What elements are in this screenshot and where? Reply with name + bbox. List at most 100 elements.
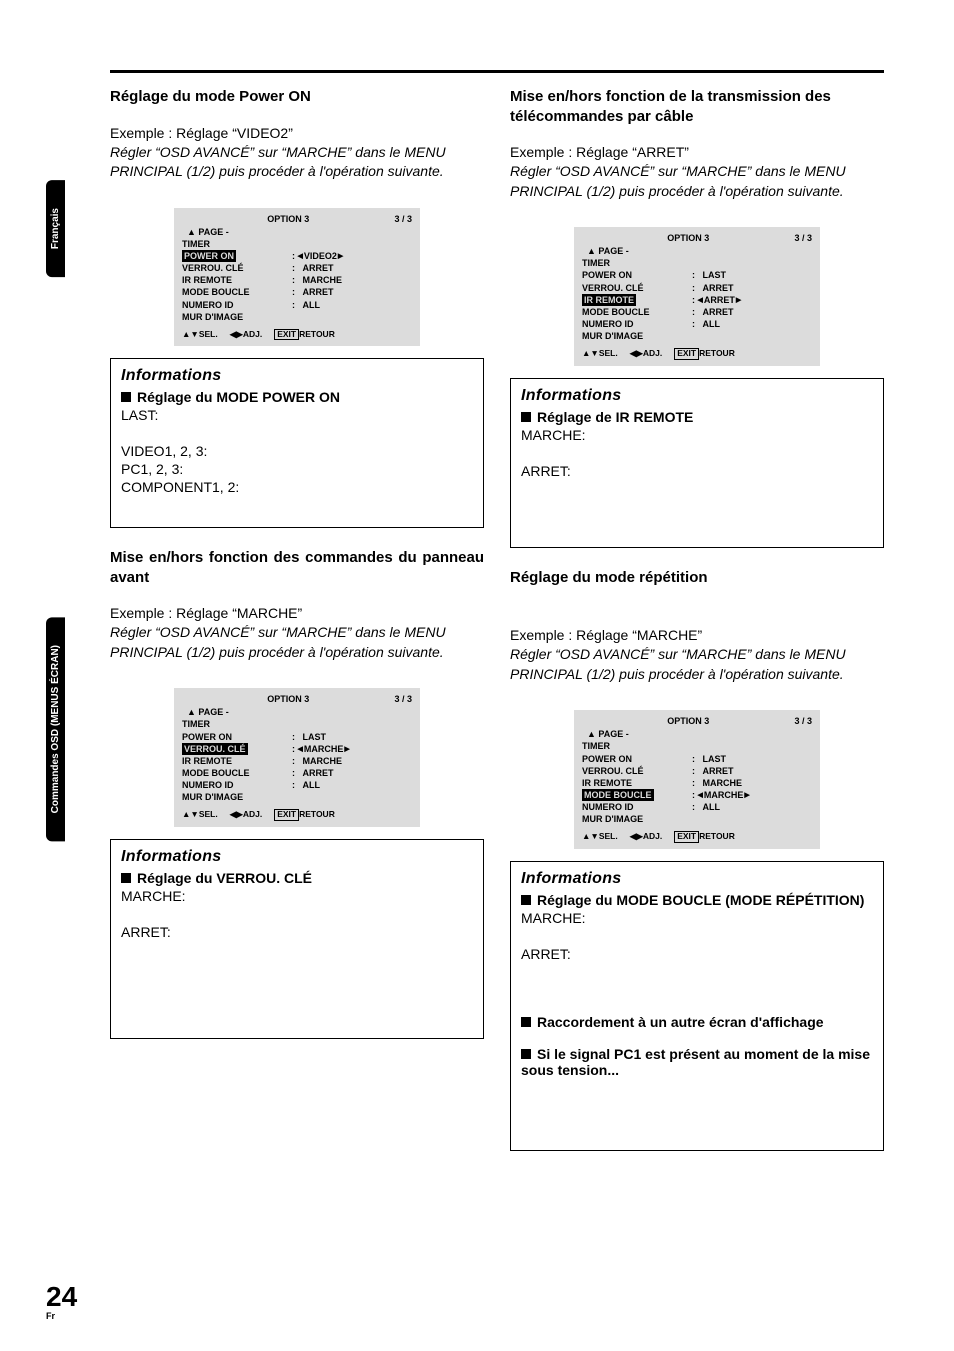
section-title: Mise en/hors fonction des commandes du p… [110,548,484,587]
info-line: ARRET: [521,946,873,962]
menu-row-value: MARCHE [298,744,350,754]
example-value: “MARCHE” [632,627,702,643]
menu-row-value: ARRET [698,295,742,305]
square-icon [121,873,131,883]
menu-row-label: MUR D'IMAGE [582,330,692,342]
menu-row-value: LAST [703,754,727,764]
page-number-big: 24 [46,1283,77,1311]
menu-foot-exit: EXITRETOUR [674,348,735,359]
info-subtitle: Réglage du MODE BOUCLE (MODE RÉPÉTITION) [521,892,873,908]
menu-row-label: VERROU. CLÉ [582,765,692,777]
example-line: Exemple : Réglage “ARRET” [510,144,884,160]
menu-row-value: MARCHE [303,756,343,766]
menu-row-value: ALL [703,319,721,329]
page: Français Commandes OSD (MENUS ÉCRAN) Rég… [0,0,954,1351]
menu-row-value: ALL [303,300,321,310]
menu-row-label: POWER ON [182,731,292,743]
menu-foot-exit: EXITRETOUR [274,809,335,820]
menu-row-value: MARCHE [303,275,343,285]
menu-row-value: VIDEO2 [298,251,344,261]
side-tab-language: Français [46,180,65,277]
menu-row-label: MODE BOUCLE [582,306,692,318]
menu-foot-sel: ▲▼SEL. [182,809,218,820]
menu-foot-exit: EXITRETOUR [674,831,735,842]
info-subtitle: Si le signal PC1 est présent au moment d… [521,1046,873,1078]
menu-row-value: ARRET [703,766,734,776]
menu-row-label: TIMER [182,238,292,250]
menu-foot-adj: ◀▶ADJ. [230,329,262,340]
menu-row-label: NUMERO ID [182,779,292,791]
menu-title: OPTION 3 [582,233,794,243]
info-title: Informations [121,367,473,385]
menu-page-ind: 3 / 3 [794,233,812,243]
info-title: Informations [521,870,873,888]
menu-row-label: MUR D'IMAGE [182,791,292,803]
menu-row-label: TIMER [182,718,292,730]
menu-row-label: TIMER [582,257,692,269]
info-line [121,425,473,441]
square-icon [521,1049,531,1059]
example-line: Exemple : Réglage “MARCHE” [110,605,484,621]
columns: Réglage du mode Power ON Exemple : Régla… [110,83,884,1171]
menu-row-label: VERROU. CLÉ [182,743,248,755]
menu-page-label: PAGE - [598,729,628,739]
osd-menu: OPTION 33 / 3 ▲ PAGE - TIMER POWER ON: L… [574,710,820,848]
menu-row-value: LAST [303,732,327,742]
info-title: Informations [121,848,473,866]
menu-row-value: MARCHE [703,778,743,788]
menu-row-label: IR REMOTE [582,294,636,306]
right-column: Mise en/hors fonction de la transmission… [510,83,884,1171]
info-subtitle: Réglage de IR REMOTE [521,409,873,425]
example-value: “ARRET” [632,144,689,160]
square-icon [521,412,531,422]
intro-text: Régler “OSD AVANCÉ” sur “MARCHE” dans le… [510,645,884,684]
square-icon [121,392,131,402]
menu-row-label: MODE BOUCLE [182,767,292,779]
menu-row-label: VERROU. CLÉ [182,262,292,274]
menu-foot-adj: ◀▶ADJ. [630,348,662,359]
left-column: Réglage du mode Power ON Exemple : Régla… [110,83,484,1171]
menu-page-label: PAGE - [198,227,228,237]
menu-page-label: PAGE - [598,246,628,256]
page-number-small: Fr [46,1311,77,1321]
menu-row-value: MARCHE [698,790,750,800]
menu-row-label: TIMER [582,740,692,752]
menu-page-ind: 3 / 3 [794,716,812,726]
side-tab-section: Commandes OSD (MENUS ÉCRAN) [46,617,65,841]
example-prefix: Exemple : Réglage [510,627,632,643]
menu-foot-exit: EXITRETOUR [274,329,335,340]
menu-foot-adj: ◀▶ADJ. [630,831,662,842]
menu-row-label: NUMERO ID [582,801,692,813]
menu-row-value: ARRET [303,768,334,778]
menu-foot-sel: ▲▼SEL. [582,348,618,359]
osd-menu: OPTION 33 / 3 ▲ PAGE - TIMER POWER ON: L… [174,688,420,826]
menu-foot-adj: ◀▶ADJ. [230,809,262,820]
info-line: LAST: [121,407,473,423]
info-subtitle: Raccordement à un autre écran d'affichag… [521,1014,873,1030]
menu-row-label: NUMERO ID [582,318,692,330]
info-line [121,906,473,922]
menu-row-label: IR REMOTE [182,755,292,767]
menu-row-label: MODE BOUCLE [182,286,292,298]
menu-row-label: MODE BOUCLE [582,789,654,801]
menu-row-label: MUR D'IMAGE [182,311,292,323]
info-box: Informations Réglage de IR REMOTE MARCHE… [510,378,884,548]
intro-text: Régler “OSD AVANCÉ” sur “MARCHE” dans le… [110,143,484,182]
menu-page-ind: 3 / 3 [394,214,412,224]
menu-row-label: IR REMOTE [182,274,292,286]
menu-foot-sel: ▲▼SEL. [182,329,218,340]
menu-row-label: POWER ON [582,753,692,765]
square-icon [521,895,531,905]
info-line [521,928,873,944]
section-title: Réglage du mode Power ON [110,87,484,107]
side-tabs: Français Commandes OSD (MENUS ÉCRAN) [46,180,65,842]
menu-title: OPTION 3 [182,214,394,224]
menu-row-label: IR REMOTE [582,777,692,789]
info-line: PC1, 2, 3: [121,461,473,477]
menu-row-value: ARRET [703,283,734,293]
top-rule [110,70,884,73]
menu-row-label: POWER ON [582,269,692,281]
menu-row-value: ALL [703,802,721,812]
menu-row-value: LAST [703,270,727,280]
menu-row-label: NUMERO ID [182,299,292,311]
